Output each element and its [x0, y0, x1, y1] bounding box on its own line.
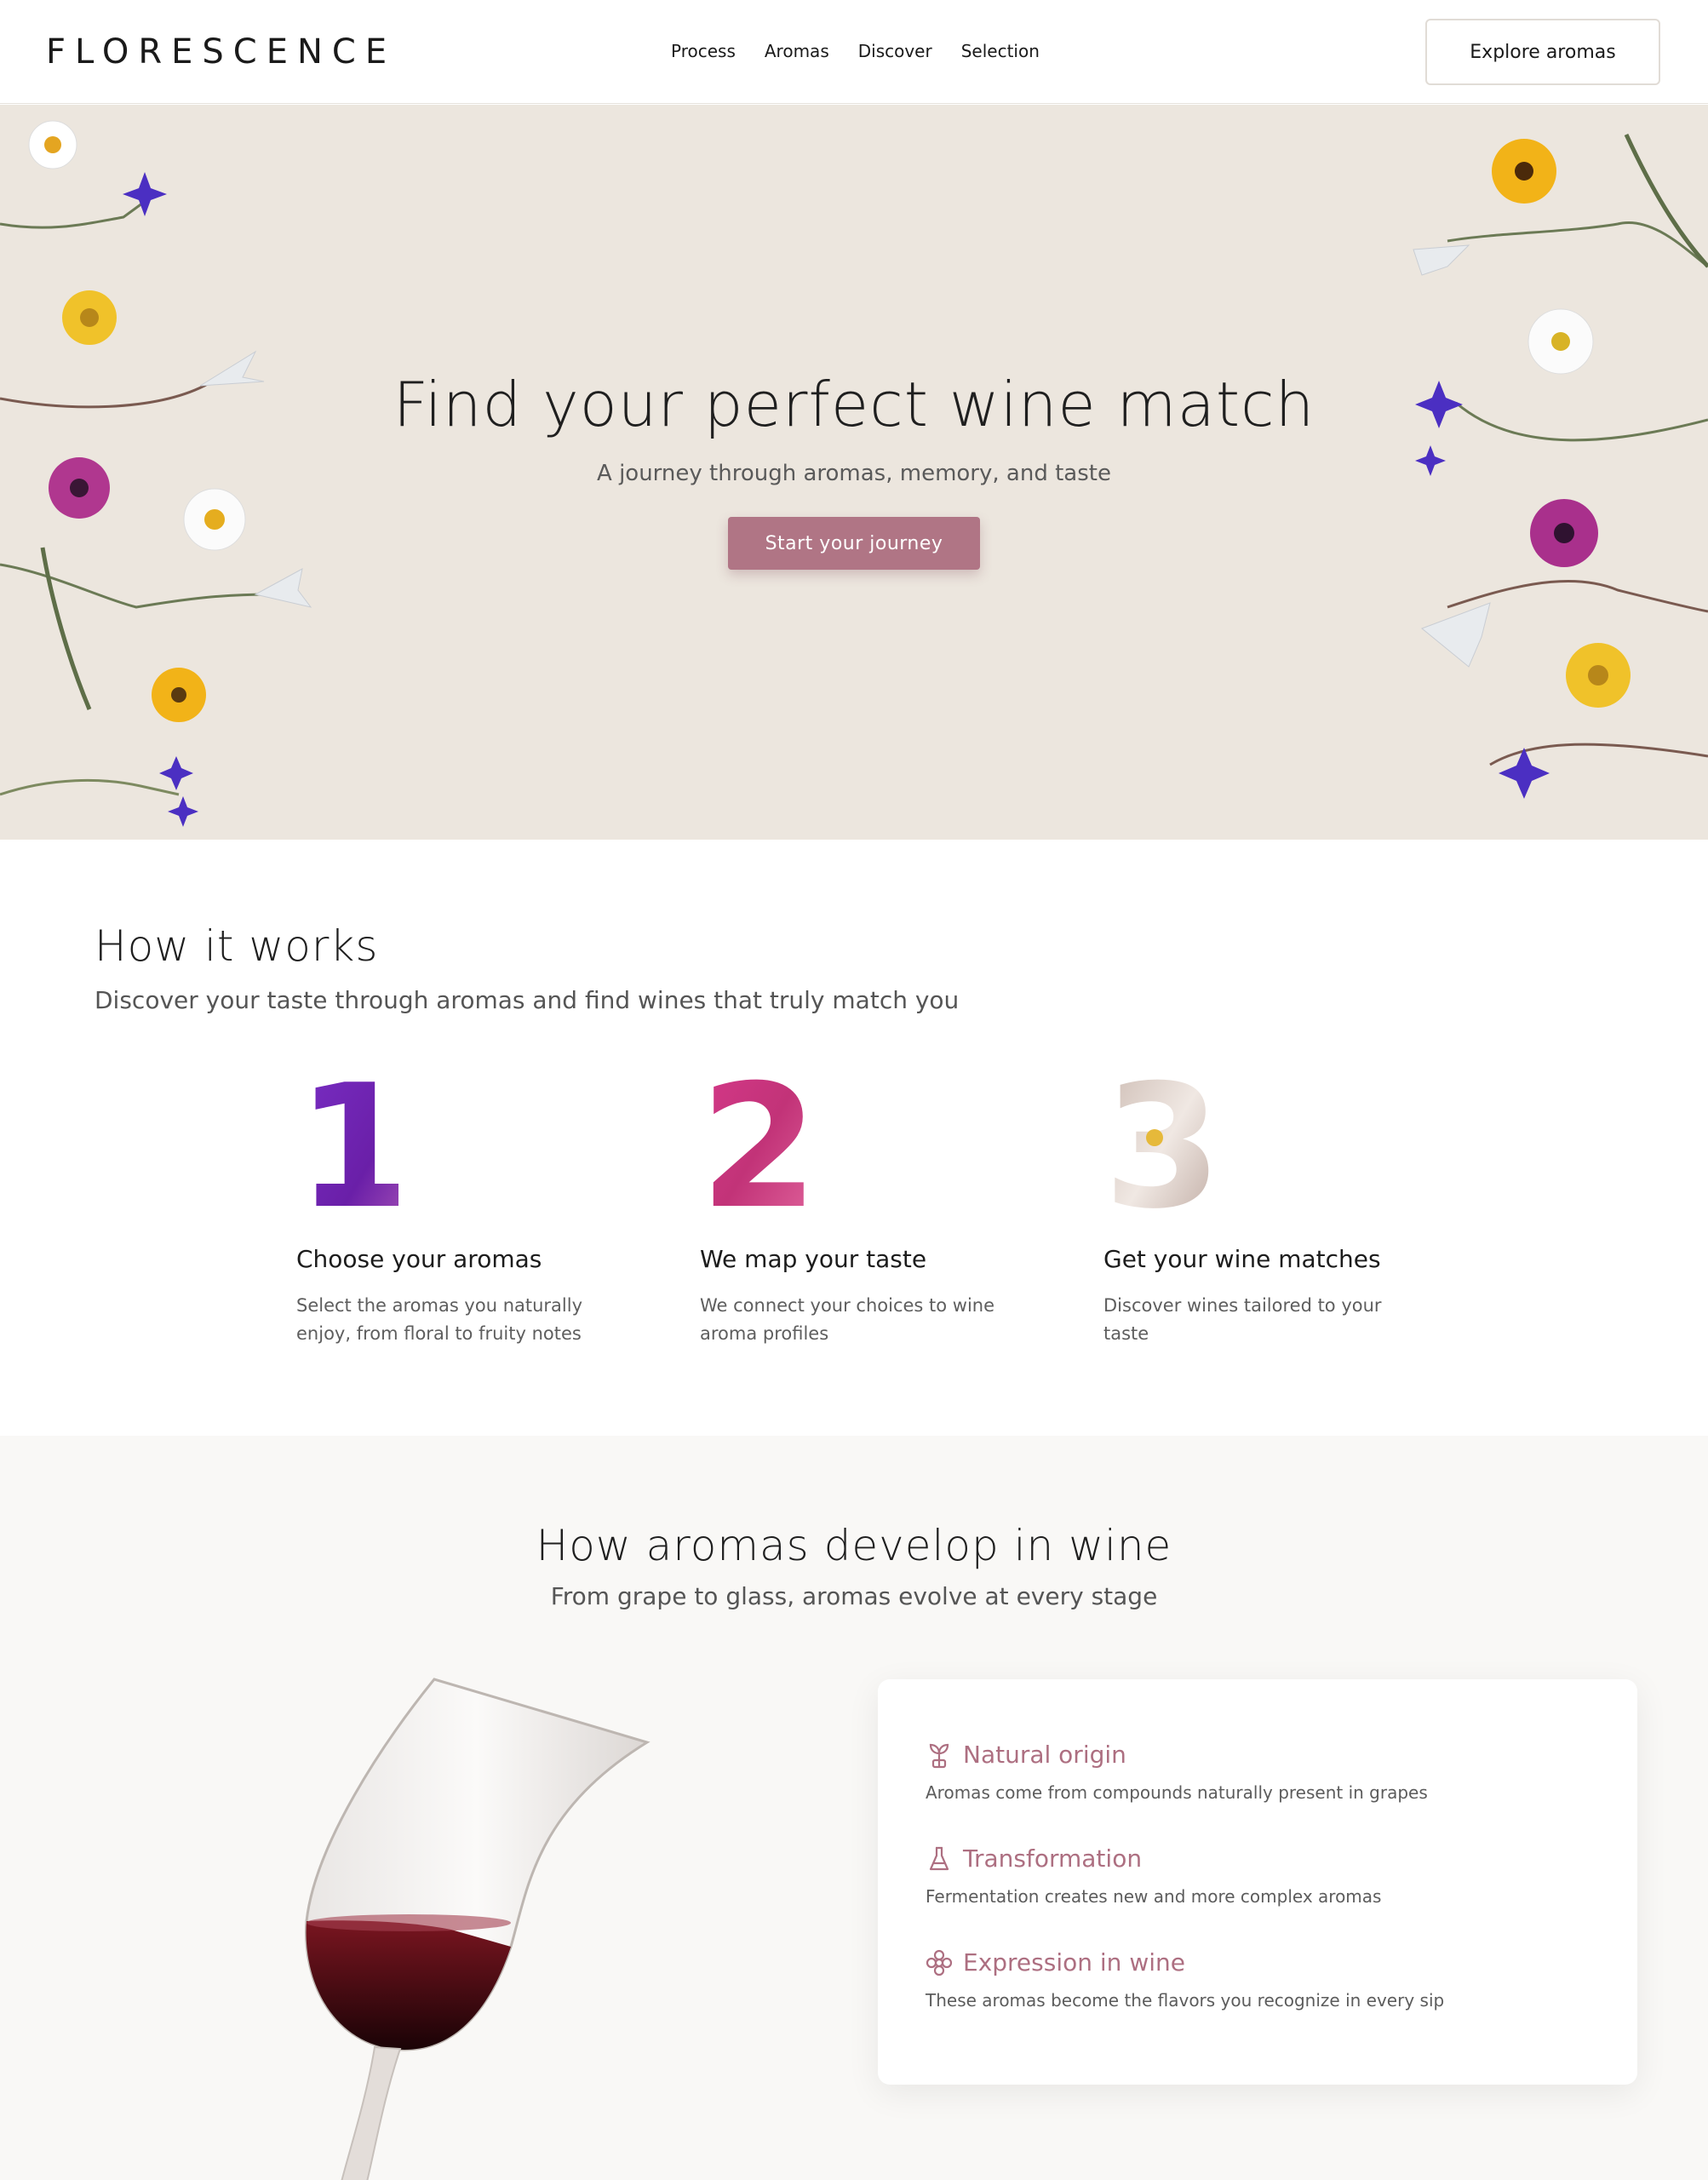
feature-description: These aromas become the flavors you reco…: [926, 1990, 1445, 2011]
feature-natural-origin: Natural origin Aromas come from compound…: [926, 1741, 1428, 1803]
step-number-2: 2: [700, 1048, 818, 1247]
feature-transformation: Transformation Fermentation creates new …: [926, 1844, 1381, 1907]
nav-link-process[interactable]: Process: [671, 41, 736, 61]
feature-description: Aromas come from compounds naturally pre…: [926, 1782, 1428, 1803]
hero-title: Find your perfect wine match: [393, 369, 1315, 440]
aroma-stages-card: Natural origin Aromas come from compound…: [878, 1679, 1637, 2085]
aromas-subtitle: From grape to glass, aromas evolve at ev…: [550, 1582, 1158, 1610]
feature-title: Transformation: [963, 1844, 1143, 1873]
nav-links: Process Aromas Discover Selection: [671, 41, 1040, 61]
explore-aromas-button[interactable]: Explore aromas: [1425, 19, 1660, 85]
svg-text:3: 3: [1103, 1078, 1222, 1214]
how-it-works-title: How it works: [95, 921, 379, 971]
step-description: We connect your choices to wine aroma pr…: [700, 1295, 995, 1344]
step-description: Discover wines tailored to your taste: [1103, 1295, 1382, 1344]
aromas-section: How aromas develop in wine From grape to…: [0, 1436, 1708, 2180]
step-card: 2 We map your taste We connect your choi…: [700, 1048, 1006, 1348]
how-it-works-subtitle: Discover your taste through aromas and f…: [95, 986, 960, 1014]
feature-title: Expression in wine: [963, 1948, 1185, 1976]
hero-subtitle: A journey through aromas, memory, and ta…: [597, 461, 1111, 486]
hero-section: Find your perfect wine match A journey t…: [0, 105, 1708, 840]
feature-description: Fermentation creates new and more comple…: [926, 1886, 1382, 1907]
step-number-1: 1: [296, 1048, 415, 1247]
step-card: 1 Choose your aromas Select the aromas y…: [296, 1048, 603, 1348]
svg-text:1: 1: [296, 1078, 398, 1214]
flask-icon: [929, 1846, 949, 1870]
step-title: Get your wine matches: [1103, 1245, 1381, 1273]
nav-link-selection[interactable]: Selection: [961, 41, 1040, 61]
brand-logo[interactable]: FLORESCENCE: [46, 32, 396, 72]
feature-title: Natural origin: [963, 1741, 1126, 1769]
nav-link-aromas[interactable]: Aromas: [765, 41, 829, 61]
svg-text:2: 2: [700, 1078, 818, 1214]
how-it-works-section: How it works Discover your taste through…: [0, 840, 1708, 1436]
sprout-icon: [929, 1743, 949, 1768]
flower-icon: [926, 1949, 953, 1976]
wine-glass-image: [305, 1678, 651, 2180]
step-title: We map your taste: [700, 1245, 927, 1273]
step-card: 3 Get your wine matches Discover wines t…: [1103, 1048, 1410, 1348]
aromas-title: How aromas develop in wine: [536, 1521, 1172, 1570]
nav-link-discover[interactable]: Discover: [858, 41, 932, 61]
start-journey-button[interactable]: Start your journey: [728, 517, 980, 570]
step-number-3: 3: [1103, 1048, 1222, 1247]
top-nav: FLORESCENCE Process Aromas Discover Sele…: [0, 0, 1708, 104]
step-description: Select the aromas you naturally enjoy, f…: [296, 1295, 583, 1344]
feature-expression-in-wine: Expression in wine These aromas become t…: [926, 1948, 1444, 2011]
step-title: Choose your aromas: [296, 1245, 542, 1273]
